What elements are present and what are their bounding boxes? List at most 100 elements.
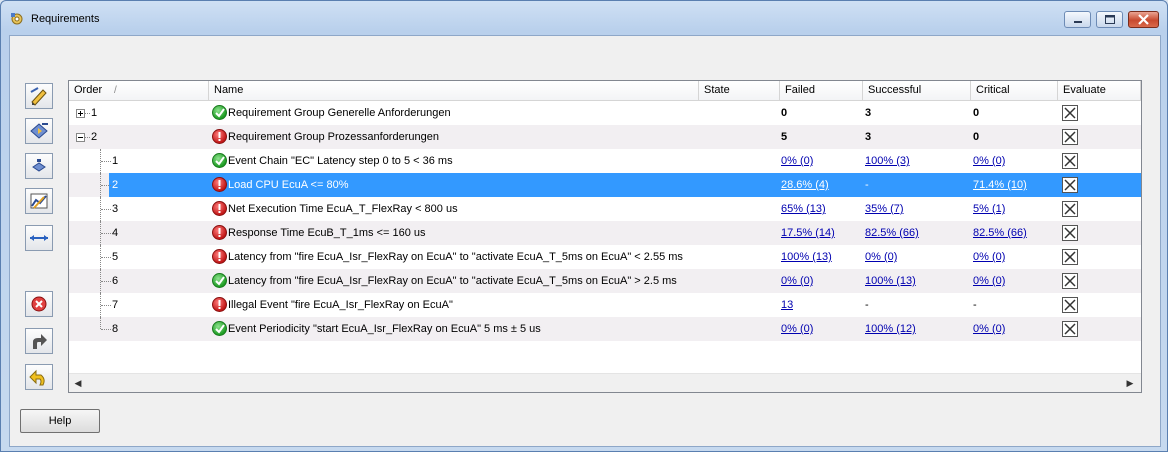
scroll-left-icon[interactable]: ◀ xyxy=(71,376,85,390)
critical-cell[interactable]: 0% (0) xyxy=(973,269,1005,293)
table-row[interactable]: 6 Latency from "fire EcuA_Isr_FlexRay on … xyxy=(69,269,1141,293)
critical-cell[interactable]: 82.5% (66) xyxy=(973,221,1027,245)
failed-cell[interactable]: 28.6% (4) xyxy=(781,173,829,197)
column-header-successful[interactable]: Successful xyxy=(863,81,971,100)
table-row[interactable]: 5 Latency from "fire EcuA_Isr_FlexRay on … xyxy=(69,245,1141,269)
critical-cell[interactable]: 0% (0) xyxy=(973,245,1005,269)
critical-cell[interactable]: 71.4% (10) xyxy=(973,173,1027,197)
x-mark-icon xyxy=(1064,275,1076,287)
failed-cell[interactable]: 65% (13) xyxy=(781,197,826,221)
table-row[interactable]: 2 Load CPU EcuA <= 80% 28.6% (4) - 71.4% (10… xyxy=(69,173,1141,197)
critical-cell[interactable]: 5% (1) xyxy=(973,197,1005,221)
column-header-evaluate[interactable]: Evaluate xyxy=(1058,81,1141,100)
add-group-button[interactable] xyxy=(25,118,53,144)
x-mark-icon xyxy=(1064,299,1076,311)
order-cell: 2 xyxy=(91,131,98,143)
horizontal-scrollbar[interactable]: ◀ ▶ xyxy=(69,373,1141,392)
column-header-critical[interactable]: Critical xyxy=(971,81,1058,100)
chart-icon xyxy=(30,193,48,209)
table-row[interactable]: 1 Requirement Group Generelle Anforderung… xyxy=(69,101,1141,125)
name-cell: Event Periodicity "start EcuA_Isr_FlexRa… xyxy=(228,323,541,335)
failed-cell[interactable]: 0% (0) xyxy=(781,317,813,341)
order-cell: 3 xyxy=(112,203,119,215)
tree-line xyxy=(100,317,101,329)
successful-cell: - xyxy=(865,299,869,311)
error-status-icon xyxy=(212,225,227,240)
name-cell: Load CPU EcuA <= 80% xyxy=(228,179,349,191)
tree-line xyxy=(101,305,111,306)
name-cell: Requirement Group Generelle Anforderunge… xyxy=(228,107,451,119)
edit-requirement-button[interactable] xyxy=(25,83,53,109)
table-row[interactable]: 7 Illegal Event "fire EcuA_Isr_FlexRay on… xyxy=(69,293,1141,317)
collapse-icon[interactable] xyxy=(76,133,85,142)
critical-cell: 0 xyxy=(973,107,980,119)
failed-cell[interactable]: 17.5% (14) xyxy=(781,221,835,245)
minimize-button[interactable] xyxy=(1064,11,1091,28)
column-header-order[interactable]: Order / xyxy=(69,81,209,100)
critical-cell[interactable]: 0% (0) xyxy=(973,149,1005,173)
evaluate-checkbox[interactable] xyxy=(1062,321,1078,337)
evaluate-checkbox[interactable] xyxy=(1062,129,1078,145)
table-row[interactable]: 8 Event Periodicity "start EcuA_Isr_FlexR… xyxy=(69,317,1141,341)
table-row[interactable]: 2 Requirement Group Prozessanforderungen 5… xyxy=(69,125,1141,149)
name-cell: Response Time EcuB_T_1ms <= 160 us xyxy=(228,227,426,239)
evaluate-checkbox[interactable] xyxy=(1062,177,1078,193)
chart-button[interactable] xyxy=(25,188,53,214)
evaluate-checkbox[interactable] xyxy=(1062,105,1078,121)
evaluate-checkbox[interactable] xyxy=(1062,153,1078,169)
successful-cell[interactable]: 100% (3) xyxy=(865,149,910,173)
column-header-state[interactable]: State xyxy=(699,81,780,100)
table-row[interactable]: 4 Response Time EcuB_T_1ms <= 160 us 17.5%… xyxy=(69,221,1141,245)
x-mark-icon xyxy=(1064,227,1076,239)
failed-cell[interactable]: 0% (0) xyxy=(781,149,813,173)
add-item-button[interactable] xyxy=(25,153,53,179)
evaluate-checkbox[interactable] xyxy=(1062,297,1078,313)
successful-cell[interactable]: 100% (13) xyxy=(865,269,916,293)
help-button[interactable]: Help xyxy=(20,409,100,433)
x-mark-icon xyxy=(1064,155,1076,167)
column-header-failed[interactable]: Failed xyxy=(780,81,863,100)
order-cell: 8 xyxy=(112,323,119,335)
delete-button[interactable] xyxy=(25,291,53,317)
tree-line xyxy=(101,257,111,258)
name-cell: Requirement Group Prozessanforderungen xyxy=(228,131,439,143)
critical-cell: - xyxy=(973,299,977,311)
failed-cell[interactable]: 0% (0) xyxy=(781,269,813,293)
order-cell: 2 xyxy=(112,179,119,191)
expand-icon[interactable] xyxy=(76,109,85,118)
name-cell: Latency from "fire EcuA_Isr_FlexRay on E… xyxy=(228,275,677,287)
critical-cell[interactable]: 0% (0) xyxy=(973,317,1005,341)
failed-cell: 5 xyxy=(781,131,788,143)
evaluate-checkbox[interactable] xyxy=(1062,249,1078,265)
sort-indicator: / xyxy=(114,85,117,96)
evaluate-checkbox[interactable] xyxy=(1062,201,1078,217)
evaluate-checkbox[interactable] xyxy=(1062,225,1078,241)
name-cell: Illegal Event "fire EcuA_Isr_FlexRay on … xyxy=(228,299,453,311)
successful-cell: - xyxy=(865,179,869,191)
arrows-icon xyxy=(30,235,48,241)
error-status-icon xyxy=(212,297,227,312)
successful-cell[interactable]: 0% (0) xyxy=(865,245,897,269)
x-mark-icon xyxy=(1064,203,1076,215)
order-cell: 1 xyxy=(91,107,98,119)
successful-cell[interactable]: 82.5% (66) xyxy=(865,221,919,245)
table-row[interactable]: 3 Net Execution Time EcuA_T_FlexRay < 800… xyxy=(69,197,1141,221)
check-status-icon xyxy=(212,153,227,168)
undo-button[interactable] xyxy=(25,364,53,390)
maximize-button[interactable] xyxy=(1096,11,1123,28)
failed-cell: 0 xyxy=(781,107,788,119)
tree-line xyxy=(101,161,111,162)
x-mark-icon xyxy=(1064,251,1076,263)
redo-button[interactable] xyxy=(25,328,53,354)
scroll-right-icon[interactable]: ▶ xyxy=(1123,376,1137,390)
failed-cell[interactable]: 100% (13) xyxy=(781,245,832,269)
link-button[interactable] xyxy=(25,225,53,251)
column-header-name[interactable]: Name xyxy=(209,81,699,100)
name-cell: Net Execution Time EcuA_T_FlexRay < 800 … xyxy=(228,203,458,215)
table-row[interactable]: 1 Event Chain "EC" Latency step 0 to 5 < … xyxy=(69,149,1141,173)
failed-cell[interactable]: 13 xyxy=(781,293,793,317)
successful-cell[interactable]: 35% (7) xyxy=(865,197,904,221)
successful-cell[interactable]: 100% (12) xyxy=(865,317,916,341)
evaluate-checkbox[interactable] xyxy=(1062,273,1078,289)
close-button[interactable] xyxy=(1128,11,1159,28)
